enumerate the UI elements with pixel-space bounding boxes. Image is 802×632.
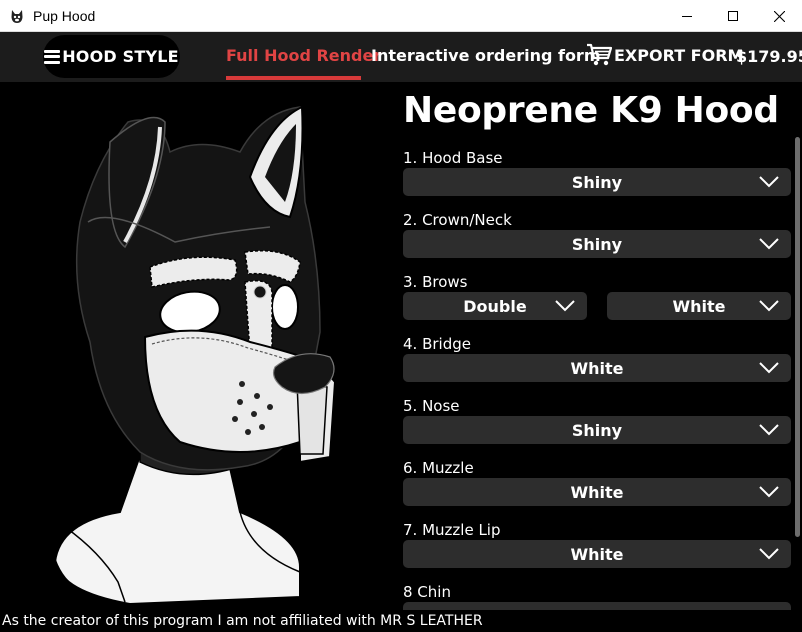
tab-full-hood-render[interactable]: Full Hood Render	[226, 46, 381, 65]
select-value: Shiny	[571, 420, 623, 440]
option-hood-base: 1. Hood Base Shiny	[403, 148, 791, 196]
option-label: 5. Nose	[403, 397, 460, 415]
select-value: White	[672, 296, 726, 316]
option-label: 6. Muzzle	[403, 459, 474, 477]
chevron-down-icon	[759, 176, 779, 188]
maximize-icon	[728, 11, 738, 21]
select-value: Shiny	[571, 172, 623, 192]
product-title: Neoprene K9 Hood	[403, 90, 779, 131]
chevron-down-icon	[759, 362, 779, 374]
select-value: White	[570, 358, 624, 378]
option-brows: 3. Brows Double White	[403, 272, 791, 320]
chevron-down-icon	[759, 548, 779, 560]
window-title: Pup Hood	[33, 7, 96, 24]
total-price: $179.95	[736, 47, 802, 66]
chevron-down-icon	[555, 300, 575, 312]
select-value: White	[570, 482, 624, 502]
hood-base-select[interactable]: Shiny	[403, 168, 791, 196]
option-muzzle: 6. Muzzle White	[403, 458, 791, 506]
crown-neck-select[interactable]: Shiny	[403, 230, 791, 258]
chevron-down-icon	[759, 238, 779, 250]
option-label: 7. Muzzle Lip	[403, 521, 501, 539]
scrollbar-thumb[interactable]	[795, 137, 800, 537]
option-label: 3. Brows	[403, 273, 468, 291]
options-scrollbar[interactable]	[792, 82, 802, 610]
export-form-button[interactable]: EXPORT FORM	[586, 43, 743, 67]
pup-app-icon	[11, 9, 23, 23]
window-titlebar: Pup Hood	[0, 0, 802, 32]
option-nose: 5. Nose Shiny	[403, 396, 791, 444]
bridge-select[interactable]: White	[403, 354, 791, 382]
k9-hood-render-image	[53, 105, 337, 606]
option-label: 8 Chin	[403, 583, 451, 601]
chevron-down-icon	[759, 486, 779, 498]
brows-style-select[interactable]: Double	[403, 292, 587, 320]
hood-style-menu-button[interactable]: HOOD STYLE	[43, 35, 180, 78]
option-muzzle-lip: 7. Muzzle Lip White	[403, 520, 791, 568]
select-value: Shiny	[571, 234, 623, 254]
select-value: White	[570, 544, 624, 564]
chin-select[interactable]	[403, 602, 791, 610]
tab-interactive-ordering-form[interactable]: Interactive ordering form	[371, 46, 601, 65]
minimize-icon	[682, 16, 692, 17]
nose-select[interactable]: Shiny	[403, 416, 791, 444]
hamburger-icon	[44, 49, 61, 64]
muzzle-lip-select[interactable]: White	[403, 540, 791, 568]
select-value: Double	[463, 296, 527, 316]
muzzle-select[interactable]: White	[403, 478, 791, 506]
active-tab-indicator	[226, 76, 361, 80]
hood-style-label: HOOD STYLE	[62, 47, 179, 66]
app-header: HOOD STYLE Full Hood Render Interactive …	[0, 32, 802, 82]
option-crown-neck: 2. Crown/Neck Shiny	[403, 210, 791, 258]
option-label: 2. Crown/Neck	[403, 211, 512, 229]
chevron-down-icon	[759, 300, 779, 312]
cart-icon	[587, 43, 612, 66]
option-chin: 8 Chin	[403, 582, 791, 610]
close-icon	[773, 10, 785, 22]
option-label: 1. Hood Base	[403, 149, 503, 167]
ordering-options-panel: Neoprene K9 Hood 1. Hood Base Shiny 2. C…	[394, 82, 802, 610]
brows-color-select[interactable]: White	[607, 292, 791, 320]
option-label: 4. Bridge	[403, 335, 471, 353]
disclaimer-footer: As the creator of this program I am not …	[0, 610, 802, 632]
maximize-button[interactable]	[710, 0, 756, 32]
hood-render-view	[0, 82, 394, 610]
minimize-button[interactable]	[664, 0, 710, 32]
chevron-down-icon	[759, 424, 779, 436]
close-button[interactable]	[756, 0, 802, 32]
option-bridge: 4. Bridge White	[403, 334, 791, 382]
export-form-label: EXPORT FORM	[614, 45, 744, 65]
